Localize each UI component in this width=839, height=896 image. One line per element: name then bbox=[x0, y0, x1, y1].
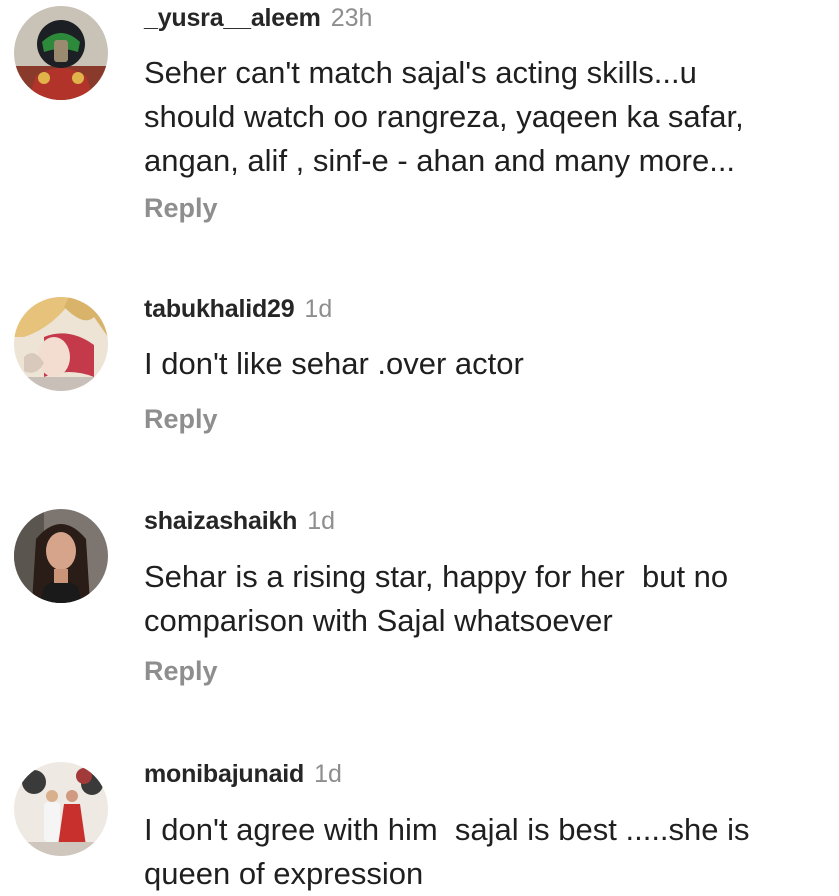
comment-text: Sehar is a rising star, happy for her bu… bbox=[144, 555, 834, 643]
comment-text-line: Sehar is a rising star, happy for her bu… bbox=[144, 559, 729, 594]
helmet-profile-avatar-icon bbox=[14, 6, 108, 100]
reply-button[interactable]: Reply bbox=[144, 403, 218, 435]
comment-text-line: queen of expression bbox=[144, 856, 424, 891]
comment-header: monibajunaid 1d bbox=[144, 759, 342, 789]
comment-header: shaizashaikh 1d bbox=[144, 506, 335, 536]
avatar[interactable] bbox=[14, 297, 108, 391]
comment-timestamp: 1d bbox=[304, 295, 333, 323]
comment-header: tabukhalid29 1d bbox=[144, 294, 332, 324]
avatar[interactable] bbox=[14, 6, 108, 100]
reply-button[interactable]: Reply bbox=[144, 192, 218, 224]
comment-text-line: I don't agree with him sajal is best ...… bbox=[144, 812, 750, 847]
comment-text-line: I don't like sehar .over actor bbox=[144, 346, 524, 381]
comment-text: I don't agree with him sajal is best ...… bbox=[144, 808, 834, 896]
woman-photo-avatar-icon bbox=[14, 509, 108, 603]
comment-text-line: Seher can't match sajal's acting skills.… bbox=[144, 55, 697, 90]
comment-username[interactable]: tabukhalid29 bbox=[144, 295, 295, 323]
couple-photo-avatar-icon bbox=[14, 762, 108, 856]
avatar[interactable] bbox=[14, 509, 108, 603]
comment-text: I don't like sehar .over actor bbox=[144, 342, 834, 386]
avatar[interactable] bbox=[14, 762, 108, 856]
comment-text-line: comparison with Sajal whatsoever bbox=[144, 603, 613, 638]
comment-timestamp: 23h bbox=[330, 4, 373, 32]
comment-username[interactable]: _yusra__aleem bbox=[144, 4, 321, 32]
painted-profile-avatar-icon bbox=[14, 297, 108, 391]
comment-text-line: should watch oo rangreza, yaqeen ka safa… bbox=[144, 99, 744, 134]
reply-button[interactable]: Reply bbox=[144, 655, 218, 687]
comment-header: _yusra__aleem 23h bbox=[144, 3, 372, 33]
comment-username[interactable]: shaizashaikh bbox=[144, 507, 297, 535]
comment-timestamp: 1d bbox=[307, 507, 336, 535]
comment-text: Seher can't match sajal's acting skills.… bbox=[144, 51, 834, 183]
comment-timestamp: 1d bbox=[314, 760, 342, 788]
comment-text-line: angan, alif , sinf-e - ahan and many mor… bbox=[144, 143, 736, 178]
comment-username[interactable]: monibajunaid bbox=[144, 760, 304, 788]
